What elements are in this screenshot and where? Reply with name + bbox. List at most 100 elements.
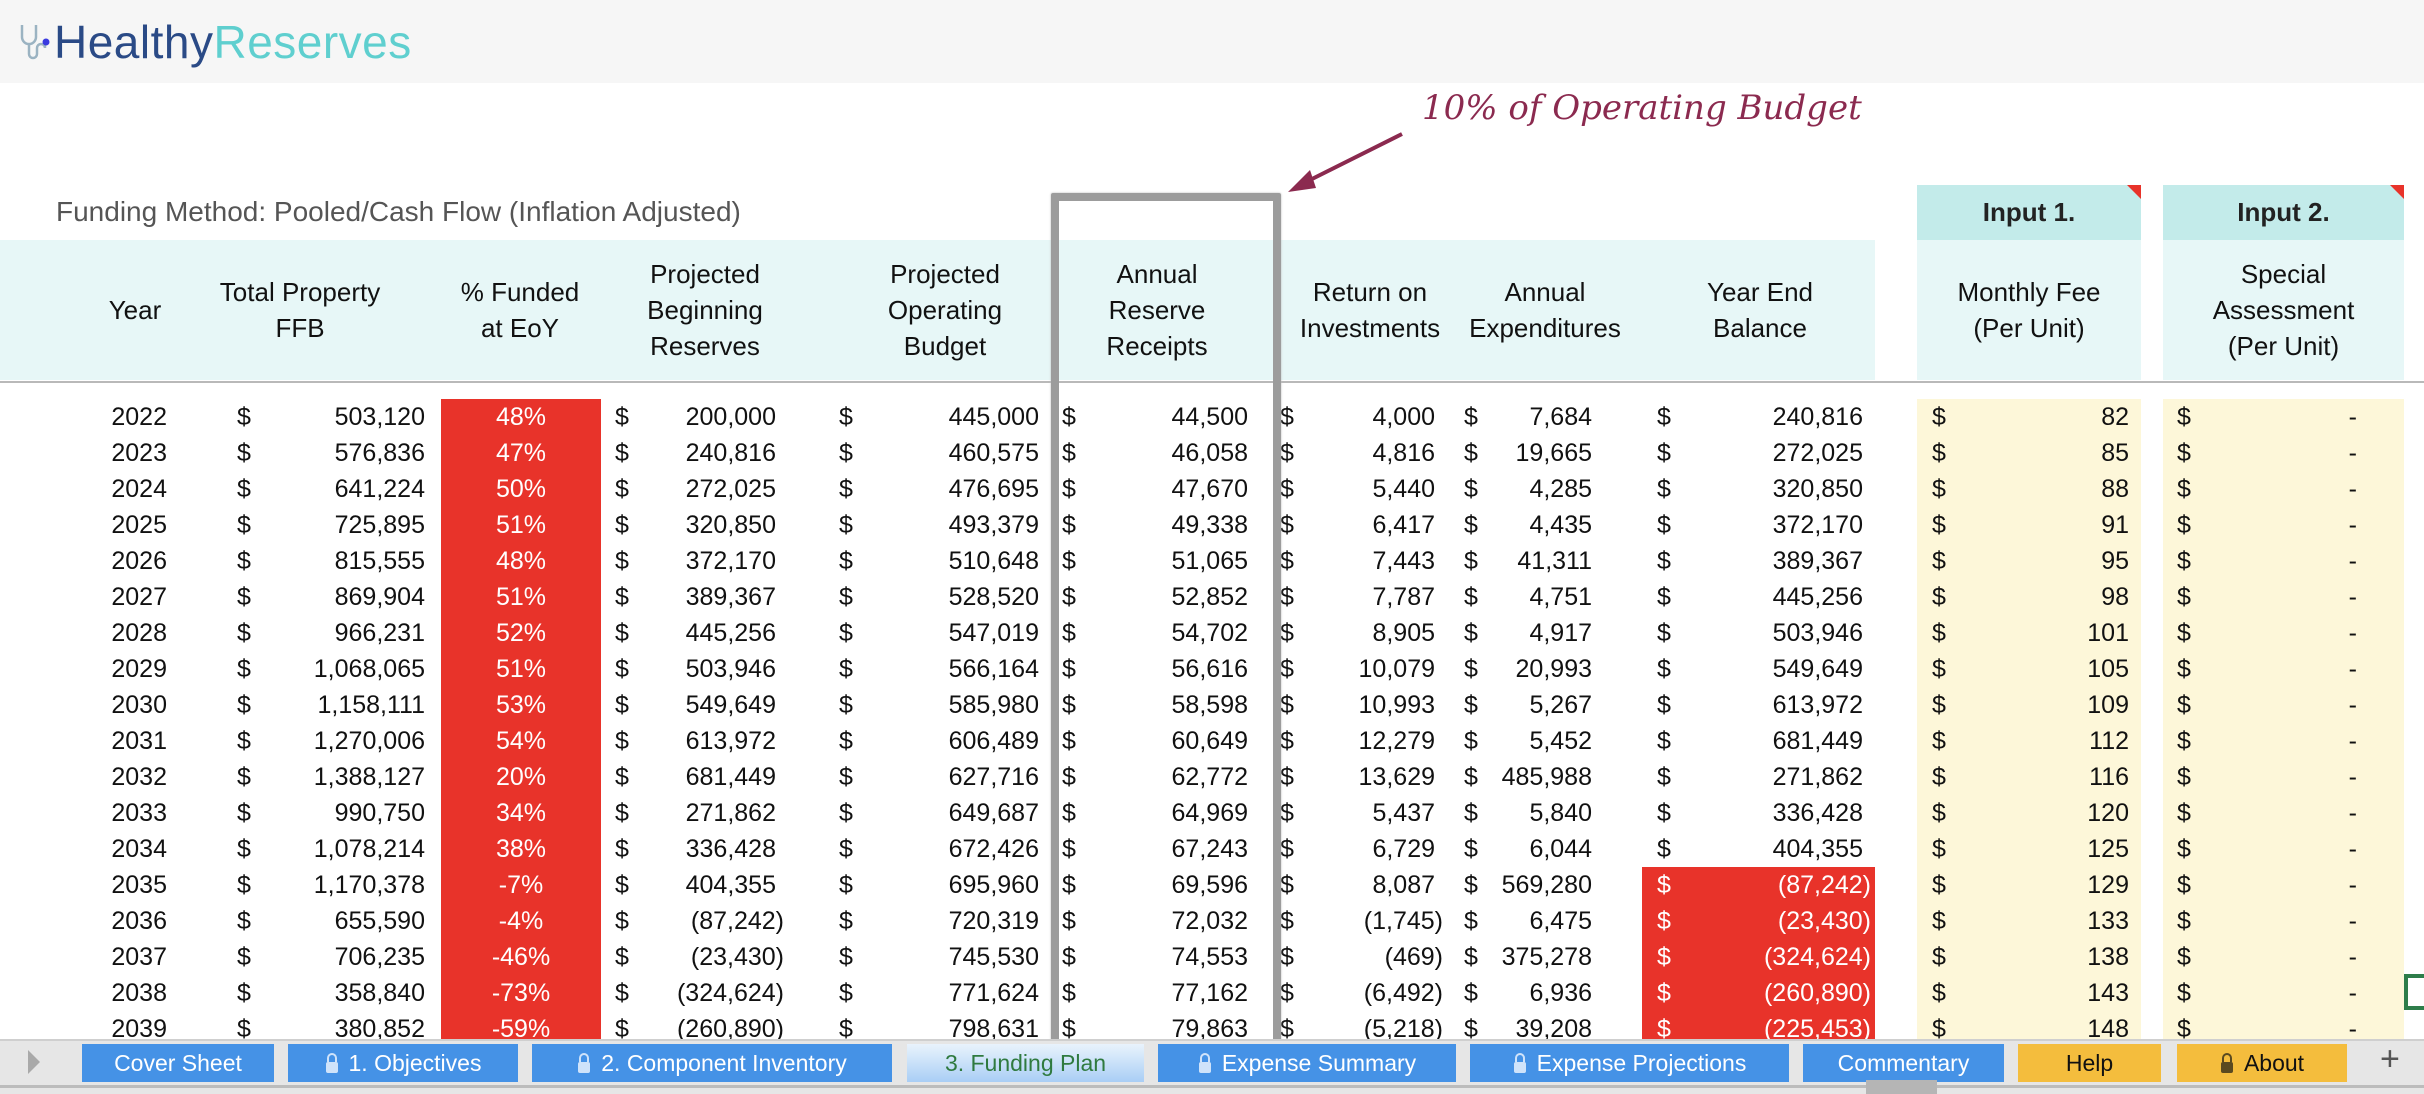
cell-exp: 5,452 (1529, 727, 1592, 755)
cell-pct: -4% (498, 907, 544, 935)
cell-pct: 51% (495, 511, 547, 539)
cell-yeb: (87,242) (1777, 871, 1871, 899)
cell-sa[interactable]: - (2157, 471, 2357, 507)
cell-fee[interactable]: 91 (1929, 507, 2129, 543)
lock-icon (577, 1052, 591, 1074)
cell-fee[interactable]: 112 (1929, 723, 2129, 759)
currency-symbol: $ (1657, 943, 1671, 971)
cell-fee[interactable]: 133 (1929, 903, 2129, 939)
tab-label: Commentary (1837, 1049, 1970, 1076)
tab-2-component-inventory[interactable]: 2. Component Inventory (532, 1044, 892, 1082)
cell-opb: 460,575 (948, 439, 1039, 467)
cell-sa[interactable]: - (2157, 759, 2357, 795)
tab-help[interactable]: Help (2018, 1044, 2161, 1082)
comment-indicator-icon[interactable] (2127, 185, 2141, 199)
cell-fee[interactable]: 109 (1929, 687, 2129, 723)
cell-ffb: 706,235 (334, 943, 425, 971)
cell-sa[interactable]: - (2157, 687, 2357, 723)
cell-sa[interactable]: - (2157, 435, 2357, 471)
cell-yeb: 549,649 (1772, 655, 1863, 683)
input-column-header: Special Assessment (Per Unit) (2212, 259, 2355, 361)
tab-expense-summary[interactable]: Expense Summary (1158, 1044, 1456, 1082)
cell-beg: 320,850 (685, 511, 776, 539)
cell-yeb: (324,624) (1763, 943, 1871, 971)
cell-beg: 613,972 (685, 727, 776, 755)
tab-about[interactable]: About (2177, 1044, 2347, 1082)
tab-cover-sheet[interactable]: Cover Sheet (82, 1044, 274, 1082)
cell-fee[interactable]: 125 (1929, 831, 2129, 867)
annotation-text: 10% of Operating Budget (1422, 88, 1862, 128)
input-column-header: Monthly Fee (Per Unit) (1957, 277, 2101, 343)
cell-opb: 510,648 (948, 547, 1039, 575)
add-sheet-button[interactable]: + (2380, 1040, 2400, 1079)
cell-yeb: 336,428 (1772, 799, 1863, 827)
cell-exp: 4,917 (1529, 619, 1592, 647)
cell-beg: 445,256 (685, 619, 776, 647)
cell-year: 2029 (111, 655, 167, 683)
horizontal-scrollbar[interactable] (0, 1085, 2424, 1088)
cell-sa[interactable]: - (2157, 651, 2357, 687)
scrollbar-thumb[interactable] (1866, 1080, 1937, 1094)
funding-method-label: Funding Method: Pooled/Cash Flow (Inflat… (56, 196, 741, 227)
cell-pct: 53% (495, 691, 547, 719)
cell-year: 2038 (111, 979, 167, 1007)
cell-fee[interactable]: 101 (1929, 615, 2129, 651)
lock-icon (1513, 1052, 1527, 1074)
cell-beg: (23,430) (690, 943, 784, 971)
tab-label: Help (2065, 1049, 2114, 1076)
cell-ffb: 576,836 (334, 439, 425, 467)
cell-exp: 20,993 (1515, 655, 1592, 683)
cell-fee[interactable]: 98 (1929, 579, 2129, 615)
tab-expense-projections[interactable]: Expense Projections (1470, 1044, 1789, 1082)
cell-exp: 5,267 (1529, 691, 1592, 719)
cell-fee[interactable]: 105 (1929, 651, 2129, 687)
currency-symbol: $ (1657, 979, 1671, 1007)
cell-sa[interactable]: - (2157, 579, 2357, 615)
comment-indicator-icon[interactable] (2390, 185, 2404, 199)
lock-icon (2220, 1052, 2234, 1074)
cell-sa[interactable]: - (2157, 903, 2357, 939)
cell-year: 2037 (111, 943, 167, 971)
cell-sa[interactable]: - (2157, 543, 2357, 579)
cell-pct: 48% (495, 403, 547, 431)
cell-pct: 51% (495, 655, 547, 683)
cell-opb: 547,019 (948, 619, 1039, 647)
cell-fee[interactable]: 82 (1929, 399, 2129, 435)
brand-name-part1: Healthy (54, 16, 214, 68)
cell-beg: 336,428 (685, 835, 776, 863)
cell-year: 2022 (111, 403, 167, 431)
selected-cell[interactable] (2404, 974, 2424, 1010)
cell-ffb: 1,170,378 (313, 871, 425, 899)
cell-sa[interactable]: - (2157, 399, 2357, 435)
cell-sa[interactable]: - (2157, 723, 2357, 759)
cell-fee[interactable]: 95 (1929, 543, 2129, 579)
cell-pct: 20% (495, 763, 547, 791)
cell-fee[interactable]: 88 (1929, 471, 2129, 507)
cell-sa[interactable]: - (2157, 507, 2357, 543)
cell-fee[interactable]: 138 (1929, 939, 2129, 975)
cell-sa[interactable]: - (2157, 795, 2357, 831)
cell-ffb: 869,904 (334, 583, 425, 611)
cell-sa[interactable]: - (2157, 939, 2357, 975)
cell-fee[interactable]: 120 (1929, 795, 2129, 831)
cell-beg: 549,649 (685, 691, 776, 719)
cell-sa[interactable]: - (2157, 867, 2357, 903)
cell-sa[interactable]: - (2157, 831, 2357, 867)
cell-yeb: (260,890) (1763, 979, 1871, 1007)
cell-fee[interactable]: 116 (1929, 759, 2129, 795)
cell-yeb: 320,850 (1772, 475, 1863, 503)
scroll-tabs-left-icon[interactable] (28, 1050, 40, 1074)
tab-3-funding-plan[interactable]: 3. Funding Plan (907, 1044, 1144, 1082)
column-header: Total Property FFB (219, 277, 381, 343)
cell-sa[interactable]: - (2157, 975, 2357, 1011)
cell-ffb: 1,388,127 (313, 763, 425, 791)
cell-fee[interactable]: 129 (1929, 867, 2129, 903)
tab-commentary[interactable]: Commentary (1803, 1044, 2004, 1082)
cell-fee[interactable]: 143 (1929, 975, 2129, 1011)
cell-pct: 48% (495, 547, 547, 575)
cell-yeb: 389,367 (1772, 547, 1863, 575)
cell-fee[interactable]: 85 (1929, 435, 2129, 471)
cell-sa[interactable]: - (2157, 615, 2357, 651)
tab-1-objectives[interactable]: 1. Objectives (288, 1044, 518, 1082)
cell-beg: 272,025 (685, 475, 776, 503)
